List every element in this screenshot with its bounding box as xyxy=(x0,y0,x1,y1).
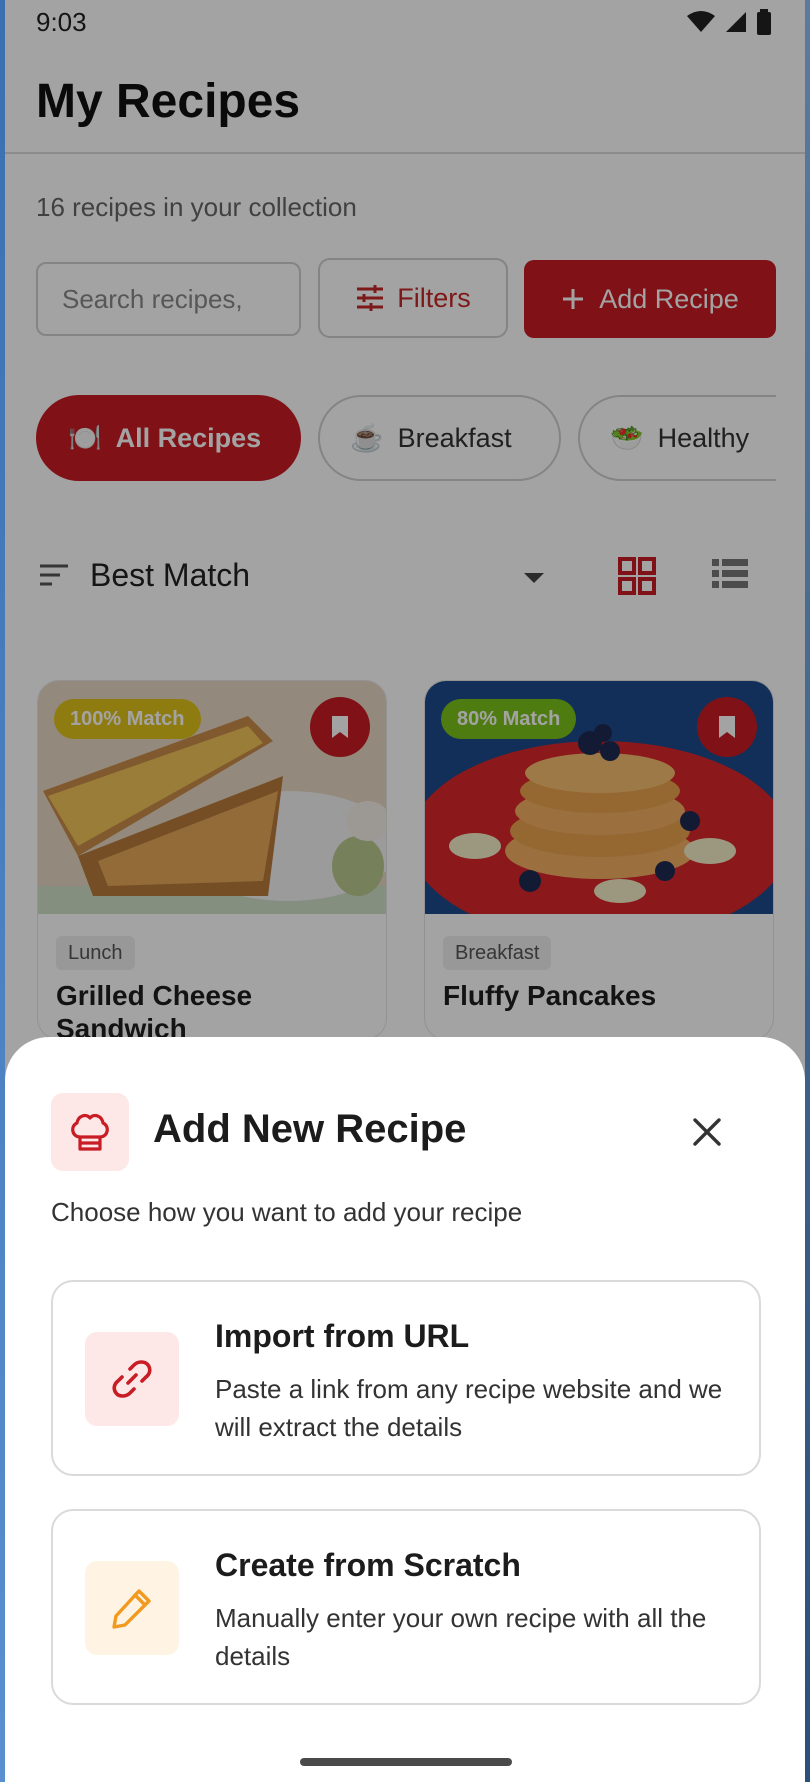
add-recipe-sheet: Add New Recipe Choose how you want to ad… xyxy=(5,1037,805,1782)
link-icon xyxy=(112,1360,152,1398)
option-title: Import from URL xyxy=(215,1318,470,1354)
sheet-subtitle: Choose how you want to add your recipe xyxy=(51,1197,523,1227)
pencil-icon xyxy=(112,1589,151,1629)
option-title: Create from Scratch xyxy=(215,1547,521,1583)
close-button[interactable] xyxy=(685,1110,729,1154)
app-screen: 9:03 My Recipes 16 recipes in your colle… xyxy=(0,0,810,1782)
option-description: Manually enter your own recipe with all … xyxy=(215,1603,707,1671)
sheet-icon-badge xyxy=(51,1093,129,1171)
import-from-url-option[interactable]: Import from URL Paste a link from any re… xyxy=(51,1280,761,1476)
chef-hat-icon xyxy=(71,1113,109,1151)
option-icon-badge xyxy=(85,1561,179,1655)
create-from-scratch-option[interactable]: Create from Scratch Manually enter your … xyxy=(51,1509,761,1705)
home-indicator[interactable] xyxy=(300,1758,512,1766)
option-description: Paste a link from any recipe website and… xyxy=(215,1374,723,1442)
option-icon-badge xyxy=(85,1332,179,1426)
close-icon xyxy=(693,1118,721,1146)
sheet-title: Add New Recipe xyxy=(153,1107,467,1151)
